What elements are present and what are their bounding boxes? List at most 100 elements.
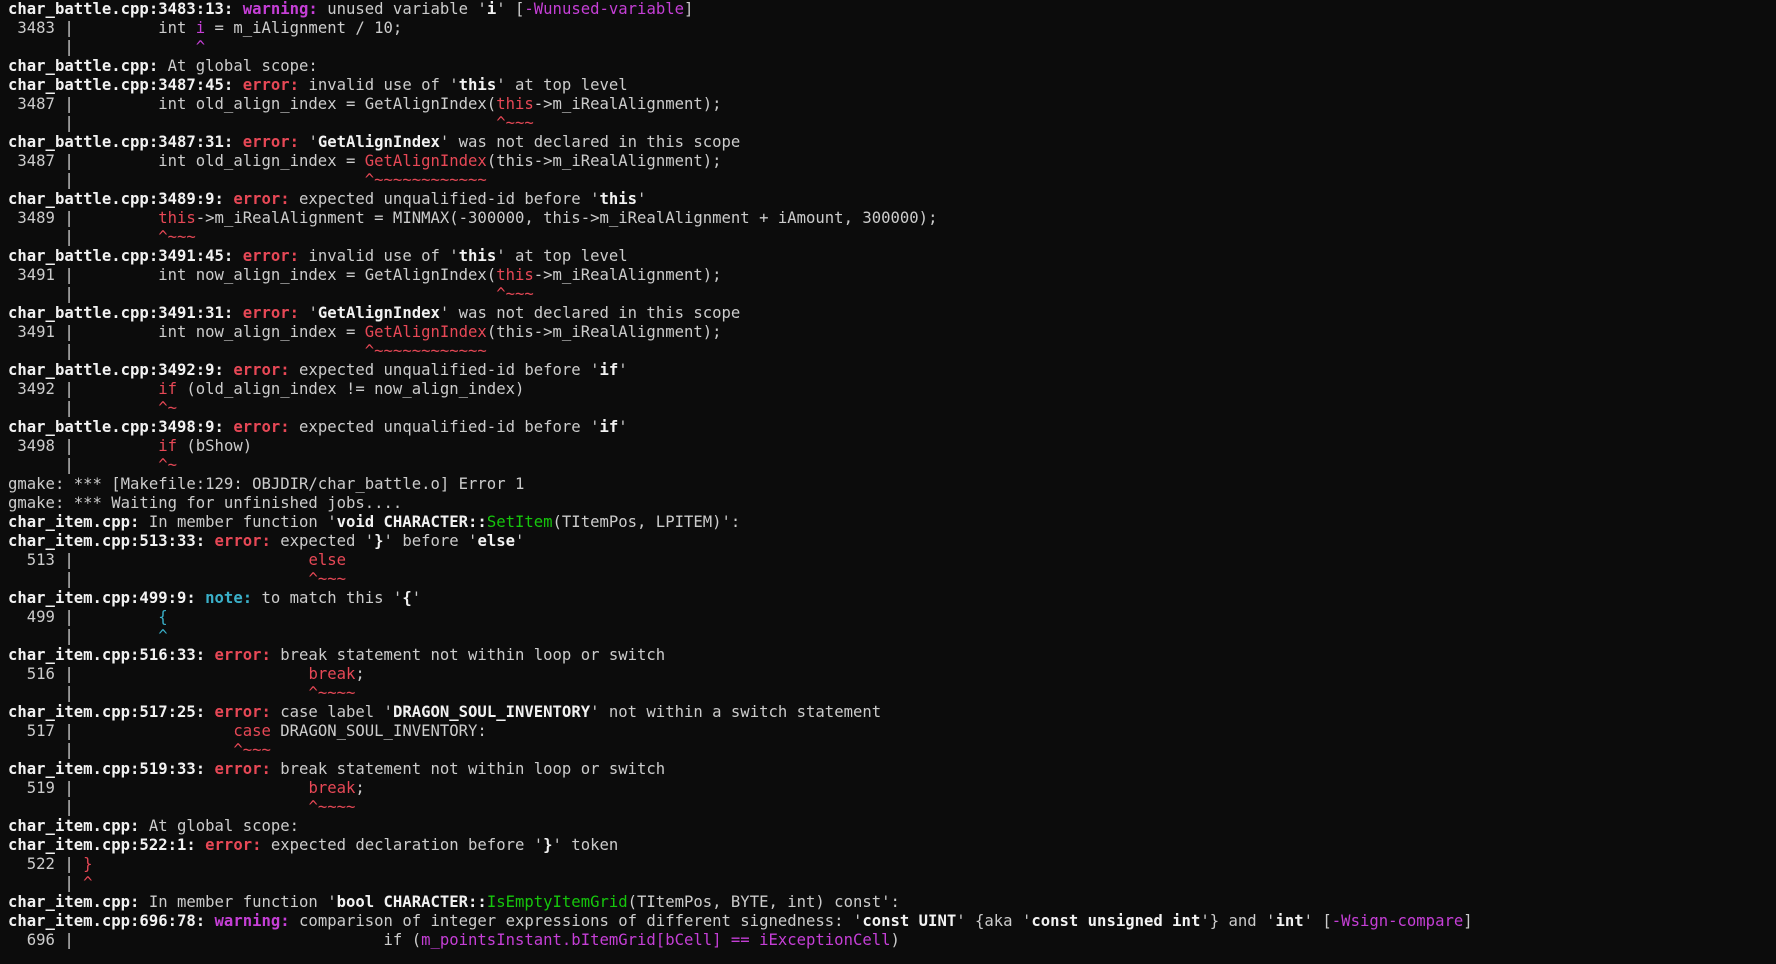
terminal-line: char_item.cpp:517:25: error: case label …: [8, 703, 1768, 722]
terminal-text-segment: '} and ': [1200, 912, 1276, 930]
terminal-line: char_item.cpp:696:78: warning: compariso…: [8, 912, 1768, 931]
terminal-text-segment: ':: [721, 513, 741, 531]
terminal-text-segment: ;: [355, 665, 365, 683]
terminal-text-segment: error:: [233, 190, 300, 208]
terminal-text-segment: At global scope:: [158, 57, 318, 75]
terminal-text-segment: ^: [83, 874, 93, 892]
terminal-text-segment: {: [158, 608, 168, 626]
terminal-text-segment: (this->m_iRealAlignment);: [486, 152, 722, 170]
terminal-text-segment: m_pointsInstant.bItemGrid[bCell] == iExc…: [421, 931, 891, 949]
terminal-text-segment: (TItemPos, BYTE, int) const: [627, 893, 882, 911]
terminal-line: gmake: *** [Makefile:129: OBJDIR/char_ba…: [8, 475, 1768, 494]
terminal-text-segment: 3487 | int old_align_index =: [8, 152, 365, 170]
terminal-text-segment: char_battle.cpp:: [8, 57, 159, 75]
terminal-line: | ^~~~~~~~~~~~~: [8, 342, 1768, 361]
terminal-text-segment: ^~~~: [308, 570, 346, 588]
terminal-text-segment: ;: [355, 779, 365, 797]
terminal-text-segment: case label ': [280, 703, 393, 721]
terminal-text-segment: warning:: [214, 912, 300, 930]
terminal-line: char_battle.cpp:3487:31: error: 'GetAlig…: [8, 133, 1768, 152]
terminal-text-segment: 3491 | int now_align_index = GetAlignInd…: [8, 266, 497, 284]
terminal-text-segment: char_item.cpp:517:25:: [8, 703, 215, 721]
terminal-line: char_item.cpp:522:1: error: expected dec…: [8, 836, 1768, 855]
terminal-text-segment: ' was not declared in this scope: [439, 133, 741, 151]
terminal-text-segment: char_item.cpp:522:1:: [8, 836, 206, 854]
terminal-text-segment: ' at top level: [496, 247, 628, 265]
terminal-text-segment: 696 | if (: [8, 931, 422, 949]
terminal-line: | ^~~~~: [8, 798, 1768, 817]
terminal-line: char_battle.cpp:3498:9: error: expected …: [8, 418, 1768, 437]
terminal-text-segment: char_item.cpp:696:78:: [8, 912, 215, 930]
terminal-text-segment: |: [8, 285, 497, 303]
terminal-line: 3487 | int old_align_index = GetAlignInd…: [8, 95, 1768, 114]
terminal-text-segment: ^~~~~: [308, 798, 356, 816]
terminal-line: 517 | case DRAGON_SOUL_INVENTORY:: [8, 722, 1768, 741]
terminal-text-segment: error:: [242, 76, 309, 94]
terminal-text-segment: gmake: *** [Makefile:129: OBJDIR/char_ba…: [8, 475, 525, 493]
terminal-text-segment: unused variable ': [327, 0, 487, 18]
terminal-line: 513 | else: [8, 551, 1768, 570]
terminal-text-segment: error:: [214, 532, 281, 550]
terminal-line: | ^~~~: [8, 114, 1768, 133]
terminal-line: char_battle.cpp:3483:13: warning: unused…: [8, 0, 1768, 19]
terminal-text-segment: ': [308, 304, 318, 322]
terminal-text-segment: |: [8, 342, 365, 360]
terminal-text-segment: ->m_iRealAlignment);: [533, 266, 722, 284]
terminal-text-segment: In member function ': [139, 513, 337, 531]
terminal-text-segment: |: [8, 399, 159, 417]
terminal-text-segment: this: [158, 209, 196, 227]
terminal-text-segment: char_item.cpp:: [8, 817, 140, 835]
terminal-text-segment: expected unqualified-id before ': [299, 190, 600, 208]
terminal-text-segment: |: [8, 741, 234, 759]
terminal-text-segment: char_item.cpp:513:33:: [8, 532, 215, 550]
terminal-line: 3483 | int i = m_iAlignment / 10;: [8, 19, 1768, 38]
terminal-line: | ^~~~: [8, 741, 1768, 760]
terminal-text-segment: error:: [242, 133, 309, 151]
terminal-text-segment: ]: [1463, 912, 1473, 930]
terminal-text-segment: ]: [684, 0, 694, 18]
terminal-text-segment: expected ': [280, 532, 375, 550]
terminal-text-segment: else: [308, 551, 346, 569]
terminal-text-segment: char_battle.cpp:3498:9:: [8, 418, 234, 436]
terminal-text-segment: 517 |: [8, 722, 234, 740]
terminal-line: char_battle.cpp:3491:31: error: 'GetAlig…: [8, 304, 1768, 323]
terminal-line: 3491 | int now_align_index = GetAlignInd…: [8, 266, 1768, 285]
terminal-text-segment: = m_iAlignment / 10;: [205, 19, 403, 37]
terminal-text-segment: ' {aka ': [956, 912, 1032, 930]
terminal-text-segment: error:: [233, 361, 300, 379]
terminal-text-segment: ' before ': [383, 532, 478, 550]
terminal-output[interactable]: char_battle.cpp:3483:13: warning: unused…: [0, 0, 1776, 964]
terminal-line: | ^~~~: [8, 285, 1768, 304]
terminal-text-segment: 519 |: [8, 779, 309, 797]
terminal-line: 499 | {: [8, 608, 1768, 627]
terminal-text-segment: GetAlignIndex: [317, 304, 440, 322]
terminal-text-segment: if: [158, 437, 177, 455]
terminal-line: | ^: [8, 627, 1768, 646]
terminal-text-segment: ^~: [158, 456, 177, 474]
terminal-text-segment: void CHARACTER::: [336, 513, 487, 531]
terminal-text-segment: char_battle.cpp:3487:45:: [8, 76, 243, 94]
terminal-text-segment: 499 |: [8, 608, 159, 626]
terminal-text-segment: case: [233, 722, 271, 740]
terminal-text-segment: expected unqualified-id before ': [299, 418, 600, 436]
terminal-text-segment: At global scope:: [139, 817, 300, 835]
terminal-text-segment: ^~~~: [496, 114, 534, 132]
terminal-line: char_item.cpp:499:9: note: to match this…: [8, 589, 1768, 608]
terminal-text-segment: 3483 | int: [8, 19, 196, 37]
terminal-text-segment: }: [374, 532, 384, 550]
terminal-text-segment: ^~~~~: [308, 684, 356, 702]
terminal-text-segment: ' at top level: [496, 76, 628, 94]
terminal-text-segment: if: [158, 380, 177, 398]
terminal-text-segment: ': [411, 589, 422, 607]
terminal-text-segment: i: [195, 19, 206, 37]
terminal-text-segment: error:: [205, 836, 271, 854]
terminal-text-segment: error:: [214, 703, 281, 721]
terminal-text-segment: ^~~~: [496, 285, 534, 303]
terminal-text-segment: char_battle.cpp:3489:9:: [8, 190, 234, 208]
terminal-text-segment: |: [8, 570, 309, 588]
terminal-text-segment: error:: [242, 247, 309, 265]
terminal-text-segment: |: [8, 627, 159, 645]
terminal-line: char_item.cpp:519:33: error: break state…: [8, 760, 1768, 779]
terminal-line: char_item.cpp:516:33: error: break state…: [8, 646, 1768, 665]
terminal-line: 519 | break;: [8, 779, 1768, 798]
